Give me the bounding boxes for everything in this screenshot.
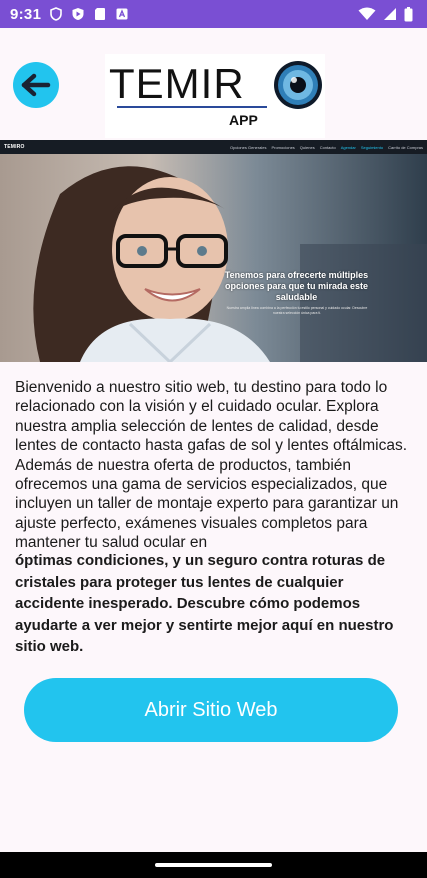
status-time: 9:31: [10, 5, 42, 23]
hero-menu-item: Opciones Generales: [229, 144, 267, 150]
shield-icon: [49, 7, 63, 21]
app-logo: TEMIR APP: [105, 54, 325, 138]
battery-icon: [404, 7, 413, 22]
open-website-label: Abrir Sitio Web: [144, 698, 278, 721]
home-gesture-handle[interactable]: [155, 863, 272, 867]
hero-menu: Opciones Generales Promociones Quienes C…: [230, 145, 423, 150]
sd-card-icon: [93, 7, 107, 21]
app-notification-icon: [115, 7, 129, 21]
hero-brand: TEMIRO: [4, 144, 25, 150]
hero-nav: TEMIRO Opciones Generales Promociones Qu…: [0, 140, 427, 154]
hero-menu-item: Carrito de Compras: [388, 144, 423, 150]
hero-caption: Tenemos para ofrecerte múltiples opcione…: [224, 270, 369, 302]
woman-with-glasses-illustration: [0, 154, 427, 362]
arrow-left-icon: [21, 73, 51, 97]
intro-text: Bienvenido a nuestro sitio web, tu desti…: [15, 379, 408, 552]
eye-icon: [271, 58, 325, 112]
status-bar: 9:31: [0, 0, 427, 28]
logo-word: TEMIR: [109, 60, 245, 107]
open-website-button[interactable]: Abrir Sitio Web: [24, 678, 398, 742]
back-button[interactable]: [13, 62, 59, 108]
navigation-bar: [0, 852, 427, 878]
logo-underline: [117, 106, 267, 108]
hero-menu-item: Promociones: [271, 144, 295, 150]
hero-menu-item: Seguimiento: [360, 144, 384, 150]
hero-small-text: Nuestra amplia línea combina a la perfec…: [226, 306, 368, 315]
status-right: [358, 7, 413, 22]
hero-menu-item: Agendar: [340, 144, 356, 150]
hero-menu-item: Contacto: [319, 144, 336, 150]
intro-text-bold: óptimas condiciones, y un seguro contra …: [15, 552, 394, 655]
logo-subtitle: APP: [229, 112, 258, 128]
hero-image: TEMIRO Opciones Generales Promociones Qu…: [0, 140, 427, 362]
wifi-icon: [358, 7, 376, 21]
status-left: 9:31: [10, 6, 129, 23]
hero-menu-item: Quienes: [299, 144, 315, 150]
play-protect-icon: [71, 7, 85, 21]
signal-icon: [383, 7, 397, 21]
